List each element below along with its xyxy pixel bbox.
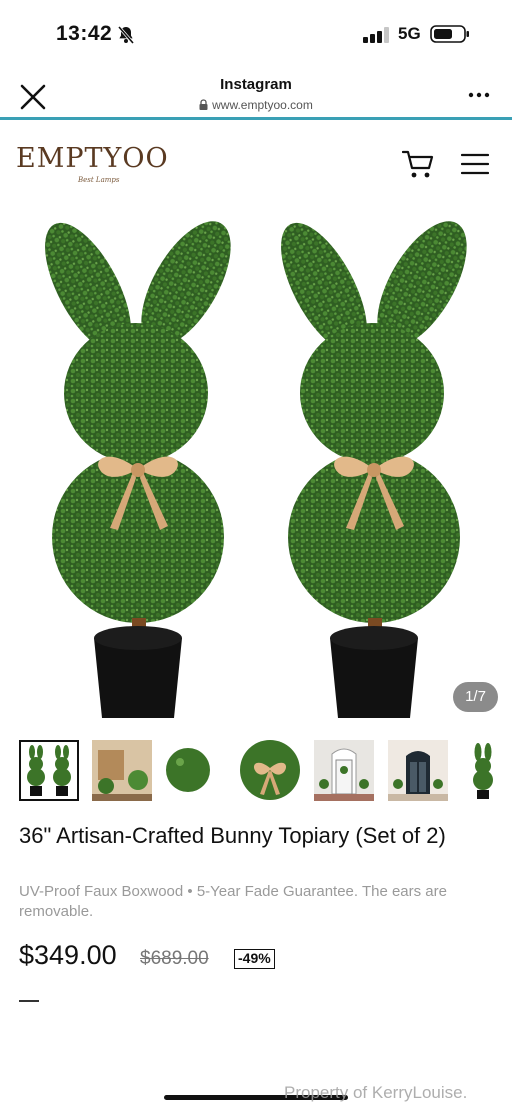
product-description: UV-Proof Faux Boxwood • 5-Year Fade Guar…	[19, 883, 447, 920]
browser-app-name: Instagram	[220, 76, 292, 93]
current-price: $349.00	[19, 940, 117, 970]
thumb-entry-image	[388, 740, 448, 801]
site-header: EMPTYOO Best Lamps	[0, 123, 512, 205]
watermark: Property of KerryLouise.	[284, 1083, 468, 1102]
browser-header: Instagram www.emptyoo.com	[0, 64, 512, 120]
thumb-single-image	[462, 740, 512, 801]
logo-subtext: Best Lamps	[78, 176, 120, 184]
logo-text: EMPTYOO	[16, 143, 169, 174]
product-image[interactable]	[0, 208, 512, 730]
thumbnail-5[interactable]	[314, 740, 374, 801]
bunny-topiary-left	[45, 221, 231, 718]
image-counter: 1/7	[453, 682, 498, 712]
thumbnail-4[interactable]	[240, 740, 300, 801]
status-bar: 13:42 5G	[0, 0, 512, 64]
thumb-porch-image	[92, 740, 152, 801]
divider-dash	[19, 1000, 39, 1002]
battery-icon	[430, 25, 469, 43]
more-icon[interactable]	[468, 92, 490, 98]
thumbnail-6[interactable]	[388, 740, 448, 801]
thumbnail-1[interactable]	[19, 740, 79, 801]
lock-icon	[199, 99, 208, 110]
bell-slash-icon	[117, 26, 135, 44]
network-label: 5G	[398, 24, 421, 43]
menu-icon[interactable]	[461, 153, 489, 175]
thumb-bunny-pair-image	[21, 742, 77, 799]
thumbnail-3[interactable]	[166, 740, 226, 801]
discount-badge: -49%	[234, 949, 275, 969]
status-time: 13:42	[56, 22, 113, 45]
thumb-closeup-image	[166, 740, 226, 801]
thumb-bow-image	[240, 740, 300, 801]
bunny-topiary-right	[281, 221, 467, 718]
url-text: www.emptyoo.com	[212, 98, 313, 112]
thumb-front-door-image	[314, 740, 374, 801]
product-title: 36" Artisan-Crafted Bunny Topiary (Set o…	[19, 823, 446, 848]
site-logo[interactable]: EMPTYOO Best Lamps	[16, 143, 192, 193]
cart-icon[interactable]	[402, 149, 434, 179]
signal-icon	[363, 27, 389, 43]
thumbnail-7[interactable]	[462, 740, 512, 801]
thumbnail-strip	[19, 740, 512, 802]
url-bar[interactable]: www.emptyoo.com	[0, 98, 512, 112]
thumbnail-2[interactable]	[92, 740, 152, 801]
original-price: $689.00	[140, 948, 209, 969]
